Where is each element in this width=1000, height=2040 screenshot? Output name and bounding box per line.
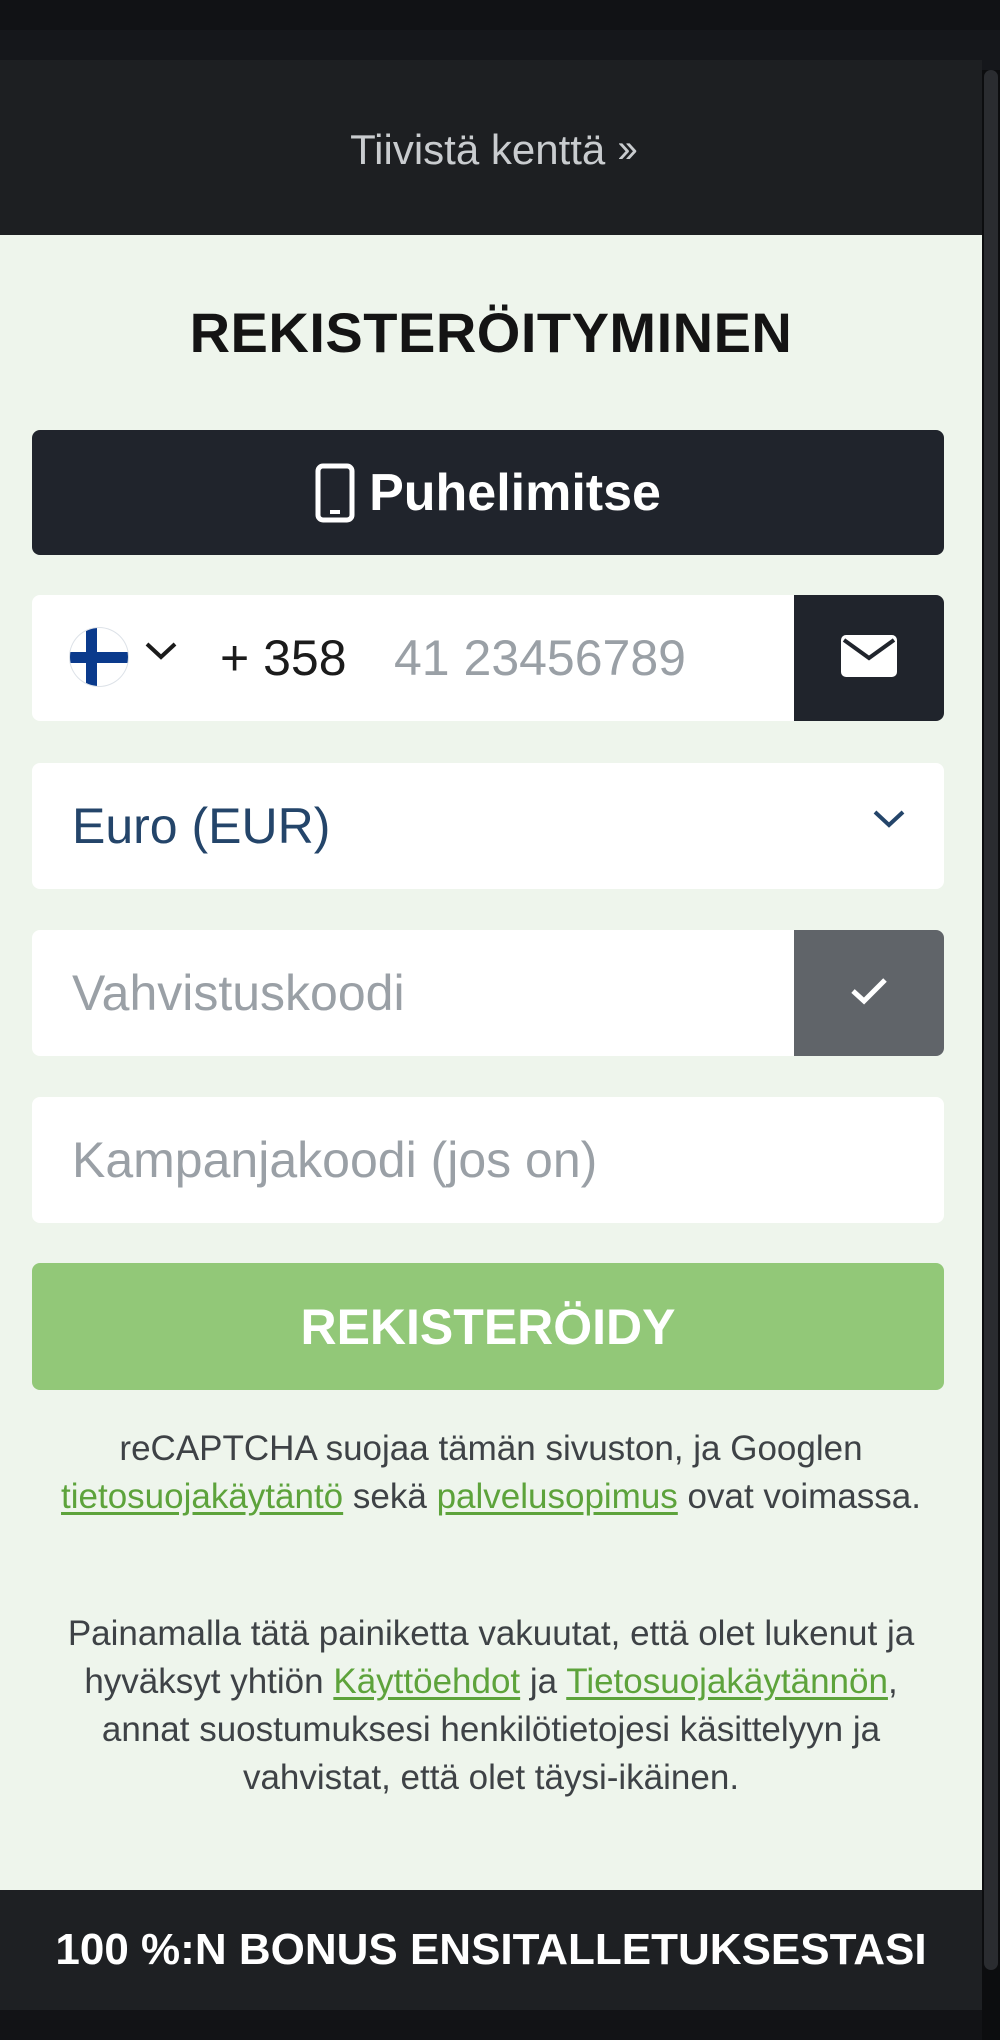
register-by-phone-button[interactable]: Puhelimitse — [32, 430, 944, 555]
switch-to-email-button[interactable] — [794, 595, 944, 721]
phone-number-field: + 358 — [32, 595, 944, 721]
register-by-phone-label: Puhelimitse — [369, 463, 661, 522]
recaptcha-notice: reCAPTCHA suojaa tämän sivuston, ja Goog… — [60, 1425, 922, 1521]
chevron-down-icon — [872, 808, 906, 830]
verification-code-field — [32, 930, 944, 1056]
terms-of-use-link[interactable]: Käyttöehdot — [333, 1662, 520, 1701]
checkmark-icon — [849, 976, 889, 1011]
registration-panel: REKISTERÖITYMINEN Puhelimitse + 358 41 2… — [0, 235, 982, 1890]
register-button[interactable]: REKISTERÖIDY — [32, 1263, 944, 1390]
phone-input[interactable] — [392, 595, 822, 721]
currency-selected-value: Euro (EUR) — [72, 798, 331, 854]
scrollbar[interactable] — [982, 70, 1000, 2040]
google-privacy-policy-link[interactable]: tietosuojakäytäntö — [61, 1477, 343, 1516]
country-dropdown-chevron-icon[interactable] — [144, 640, 178, 662]
page-title: REKISTERÖITYMINEN — [189, 301, 793, 364]
confirm-code-button[interactable] — [794, 930, 944, 1056]
google-terms-of-service-link[interactable]: palvelusopimus — [437, 1477, 678, 1516]
mobile-phone-icon — [315, 463, 355, 523]
top-bar — [0, 0, 1000, 30]
verification-code-input[interactable] — [32, 930, 792, 1056]
double-chevron-right-icon: ›› — [617, 127, 637, 171]
bottom-strip — [0, 2010, 982, 2040]
scrollbar-thumb[interactable] — [984, 70, 998, 1970]
promo-code-field — [32, 1097, 944, 1223]
currency-select[interactable]: Euro (EUR) — [32, 763, 944, 889]
privacy-policy-link[interactable]: Tietosuojakäytännön — [566, 1662, 888, 1701]
promo-code-input[interactable] — [32, 1097, 944, 1223]
finland-flag-icon[interactable] — [70, 628, 128, 686]
envelope-icon — [840, 634, 898, 683]
collapse-field-toggle[interactable]: Tiivistä kenttä ›› — [0, 60, 982, 235]
consent-notice: Painamalla tätä painiketta vakuutat, ett… — [60, 1610, 922, 1802]
recaptcha-text-before: reCAPTCHA suojaa tämän sivuston, ja Goog… — [119, 1429, 863, 1468]
dial-code: + 358 — [220, 630, 347, 686]
recaptcha-text-middle: sekä — [352, 1477, 427, 1516]
collapse-label: Tiivistä kenttä — [350, 125, 606, 173]
recaptcha-text-after: ovat voimassa. — [687, 1477, 921, 1516]
bonus-banner[interactable]: 100 %:N BONUS ENSITALLETUKSESTASI — [0, 1890, 982, 2010]
consent-text-middle: ja — [529, 1662, 558, 1701]
